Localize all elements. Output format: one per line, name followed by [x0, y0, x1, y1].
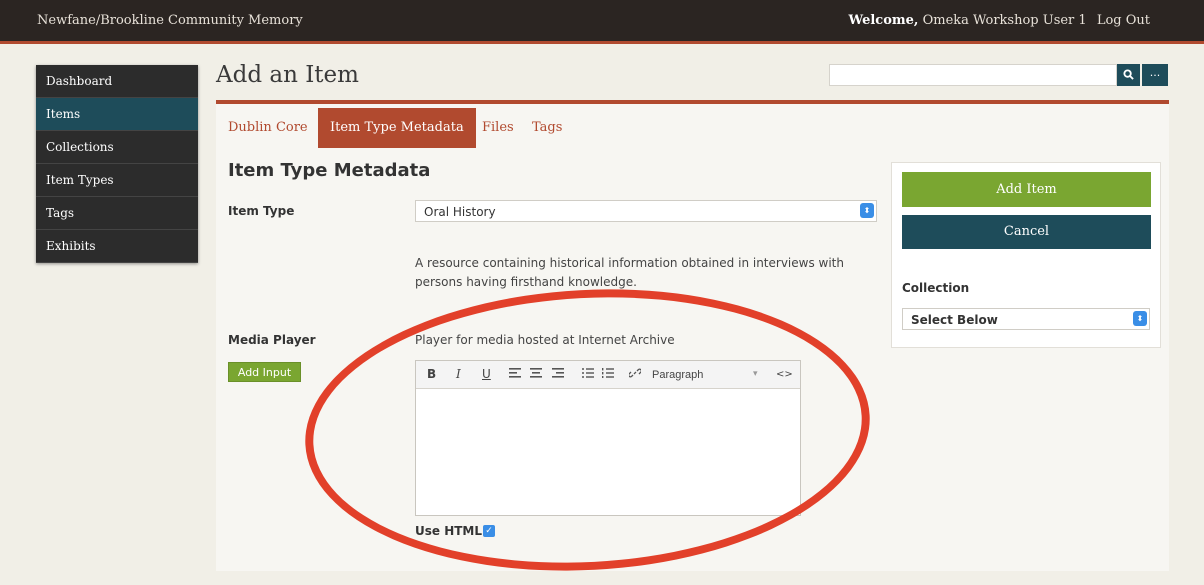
- page-title: Add an Item: [216, 62, 359, 88]
- item-type-label: Item Type: [228, 204, 295, 218]
- item-type-value: Oral History: [424, 205, 496, 219]
- editor-toolbar: B I U Paragraph ▾ <>: [416, 361, 800, 389]
- underline-icon[interactable]: U: [482, 367, 491, 381]
- link-icon[interactable]: [628, 367, 642, 382]
- search-icon: [1123, 69, 1134, 80]
- item-type-description: A resource containing historical informa…: [415, 256, 844, 289]
- top-bar: Newfane/Brookline Community Memory Welco…: [0, 0, 1204, 44]
- section-title: Item Type Metadata: [228, 160, 431, 181]
- editor-text-area[interactable]: [416, 389, 800, 515]
- user-name-link[interactable]: Omeka Workshop User 1: [923, 13, 1087, 28]
- use-html-checkbox[interactable]: ✓: [483, 525, 495, 537]
- select-arrows-icon: ⬍: [1133, 311, 1147, 326]
- use-html-label: Use HTML: [415, 524, 483, 538]
- search-input[interactable]: [829, 64, 1117, 86]
- sidebar-item-item-types[interactable]: Item Types: [36, 164, 198, 197]
- media-player-label: Media Player: [228, 333, 316, 347]
- sidebar-item-dashboard[interactable]: Dashboard: [36, 65, 198, 98]
- bold-icon[interactable]: B: [427, 367, 436, 381]
- tab-files[interactable]: Files: [470, 108, 526, 148]
- add-item-button[interactable]: Add Item: [902, 172, 1151, 207]
- paragraph-format-select[interactable]: Paragraph: [652, 369, 703, 381]
- align-center-icon[interactable]: [530, 367, 542, 381]
- collection-label: Collection: [902, 281, 970, 295]
- sidebar-item-items[interactable]: Items: [36, 98, 198, 131]
- select-arrows-icon: ⬍: [860, 203, 874, 218]
- align-right-icon[interactable]: [552, 367, 564, 381]
- cancel-button[interactable]: Cancel: [902, 215, 1151, 249]
- collection-value: Select Below: [911, 313, 998, 327]
- bullet-list-icon[interactable]: [582, 367, 594, 381]
- italic-icon[interactable]: I: [456, 367, 461, 381]
- align-left-icon[interactable]: [509, 367, 521, 381]
- collection-select[interactable]: Select Below ⬍: [902, 308, 1150, 330]
- chevron-down-icon: ▾: [753, 369, 758, 379]
- tab-item-type-metadata[interactable]: Item Type Metadata: [318, 108, 476, 148]
- site-title[interactable]: Newfane/Brookline Community Memory: [37, 13, 303, 28]
- logout-link[interactable]: Log Out: [1097, 13, 1150, 28]
- welcome-label: Welcome,: [848, 13, 919, 28]
- sidebar-item-tags[interactable]: Tags: [36, 197, 198, 230]
- sidebar-nav: Dashboard Items Collections Item Types T…: [36, 65, 198, 263]
- advanced-search-button[interactable]: ...: [1142, 64, 1168, 86]
- search-button[interactable]: [1117, 64, 1140, 86]
- item-type-select[interactable]: Oral History ⬍: [415, 200, 877, 222]
- sidebar-item-exhibits[interactable]: Exhibits: [36, 230, 198, 263]
- rich-text-editor: B I U Paragraph ▾ <>: [415, 360, 801, 516]
- tab-tags[interactable]: Tags: [520, 108, 574, 148]
- add-input-button[interactable]: Add Input: [228, 362, 301, 382]
- code-view-icon[interactable]: <>: [776, 369, 793, 380]
- sidebar-item-collections[interactable]: Collections: [36, 131, 198, 164]
- media-player-description: Player for media hosted at Internet Arch…: [415, 333, 675, 347]
- tab-dublin-core[interactable]: Dublin Core: [216, 108, 320, 148]
- numbered-list-icon[interactable]: [602, 367, 614, 381]
- user-area: Welcome, Omeka Workshop User 1 Log Out: [849, 13, 1150, 28]
